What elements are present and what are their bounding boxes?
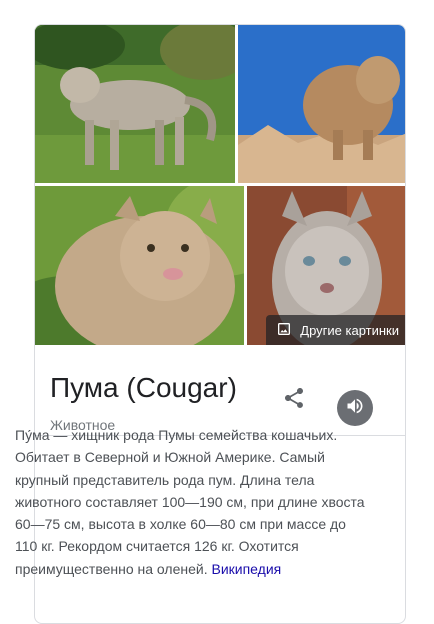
share-icon	[282, 388, 306, 414]
entity-description: Пу́ма — хищник рода Пумы семейства кошач…	[15, 424, 365, 580]
share-button[interactable]	[282, 386, 306, 410]
pronounce-audio-button[interactable]	[337, 390, 373, 426]
speaker-icon	[345, 396, 365, 421]
wikipedia-link[interactable]: Википедия	[211, 561, 281, 577]
entity-title: Пума (Cougar)	[50, 372, 237, 403]
cougar-image-walking[interactable]	[35, 25, 235, 183]
more-images-button[interactable]: Другие картинки	[266, 315, 405, 345]
more-images-label: Другие картинки	[300, 322, 399, 338]
entity-header: Пума (Cougar) Животное	[35, 345, 405, 436]
image-icon	[276, 321, 292, 340]
description-text: Пу́ма — хищник рода Пумы семейства кошач…	[15, 427, 365, 577]
image-gallery: Другие картинки	[35, 25, 405, 345]
cougar-image-licking[interactable]	[35, 186, 244, 345]
cougar-image-rocks[interactable]	[238, 25, 405, 183]
